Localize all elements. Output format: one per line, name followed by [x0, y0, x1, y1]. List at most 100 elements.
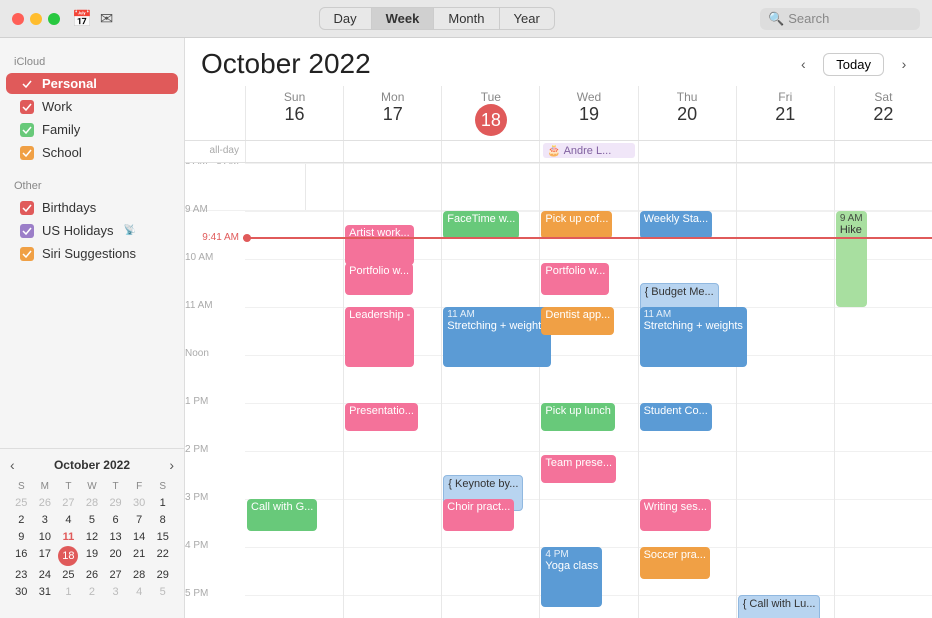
- mini-day-23[interactable]: 23: [10, 567, 33, 583]
- nav-day-btn[interactable]: Day: [319, 7, 372, 30]
- mini-day-13[interactable]: 13: [104, 529, 127, 545]
- event-stretching-tue[interactable]: 11 AM Stretching + weights: [443, 307, 550, 367]
- event-call-with-g[interactable]: Call with G...: [247, 499, 317, 531]
- allday-mon[interactable]: [343, 141, 441, 162]
- lbl-4pm: 4 PM: [185, 540, 214, 551]
- allday-tue[interactable]: [441, 141, 539, 162]
- nav-year-btn[interactable]: Year: [500, 7, 555, 30]
- event-yoga[interactable]: 4 PM Yoga class: [541, 547, 602, 607]
- mini-day-20[interactable]: 20: [104, 546, 127, 566]
- maximize-button[interactable]: [48, 13, 60, 25]
- search-bar[interactable]: 🔍 Search: [760, 8, 920, 30]
- mini-day-29b[interactable]: 29: [151, 567, 174, 583]
- event-student-council[interactable]: Student Co...: [640, 403, 712, 431]
- mini-day-21[interactable]: 21: [128, 546, 151, 566]
- cal-today-btn[interactable]: Today: [823, 53, 884, 76]
- mini-day-1[interactable]: 1: [151, 495, 174, 511]
- mini-day-19[interactable]: 19: [81, 546, 104, 566]
- mini-day-n1[interactable]: 1: [57, 584, 80, 600]
- mini-day-16[interactable]: 16: [10, 546, 33, 566]
- mini-day-11[interactable]: 11: [57, 529, 80, 545]
- mini-day-25b[interactable]: 25: [57, 567, 80, 583]
- sidebar-item-siri[interactable]: Siri Suggestions: [6, 243, 178, 264]
- day-header-tue[interactable]: Tue 18: [441, 86, 539, 140]
- allday-fri[interactable]: [736, 141, 834, 162]
- mini-cal-next[interactable]: ›: [169, 457, 174, 473]
- event-team-presentation[interactable]: Team prese...: [541, 455, 616, 483]
- mini-day-27[interactable]: 27: [57, 495, 80, 511]
- allday-event-andre[interactable]: 🎂 Andre L...: [543, 143, 634, 158]
- event-choir[interactable]: Choir pract...: [443, 499, 514, 531]
- allday-sun[interactable]: [245, 141, 343, 162]
- event-soccer[interactable]: Soccer pra...: [640, 547, 710, 579]
- event-portfolio-mon[interactable]: Portfolio w...: [345, 263, 413, 295]
- mini-day-26b[interactable]: 26: [81, 567, 104, 583]
- calendar-icon[interactable]: 📅: [72, 9, 92, 29]
- event-leadership[interactable]: Leadership -: [345, 307, 414, 367]
- mini-cal-prev[interactable]: ‹: [10, 457, 15, 473]
- mini-day-9[interactable]: 9: [10, 529, 33, 545]
- event-writing[interactable]: Writing ses...: [640, 499, 711, 531]
- event-artist-workshop[interactable]: Artist work...: [345, 225, 414, 265]
- mini-day-28b[interactable]: 28: [128, 567, 151, 583]
- allday-sat[interactable]: [834, 141, 932, 162]
- mini-day-3[interactable]: 3: [34, 512, 57, 528]
- day-header-thu[interactable]: Thu 20: [638, 86, 736, 140]
- mini-day-n2[interactable]: 2: [81, 584, 104, 600]
- event-presentation[interactable]: Presentatio...: [345, 403, 418, 431]
- event-pickup-lunch[interactable]: Pick up lunch: [541, 403, 614, 431]
- mini-day-30[interactable]: 30: [128, 495, 151, 511]
- mini-day-22[interactable]: 22: [151, 546, 174, 566]
- mini-day-25[interactable]: 25: [10, 495, 33, 511]
- mini-day-31[interactable]: 31: [34, 584, 57, 600]
- day-header-fri[interactable]: Fri 21: [736, 86, 834, 140]
- sidebar-item-family[interactable]: Family: [6, 119, 178, 140]
- mini-day-15[interactable]: 15: [151, 529, 174, 545]
- event-dentist[interactable]: Dentist app...: [541, 307, 614, 335]
- mini-day-30b[interactable]: 30: [10, 584, 33, 600]
- mini-day-5[interactable]: 5: [81, 512, 104, 528]
- mini-day-27b[interactable]: 27: [104, 567, 127, 583]
- mini-day-18-today[interactable]: 18: [58, 546, 78, 566]
- mini-day-29[interactable]: 29: [104, 495, 127, 511]
- mini-day-2[interactable]: 2: [10, 512, 33, 528]
- mini-day-28[interactable]: 28: [81, 495, 104, 511]
- mini-day-14[interactable]: 14: [128, 529, 151, 545]
- event-stretching-thu[interactable]: 11 AM Stretching + weights: [640, 307, 747, 367]
- day-header-wed[interactable]: Wed 19: [539, 86, 637, 140]
- allday-wed[interactable]: 🎂 Andre L...: [539, 141, 637, 162]
- day-header-sat[interactable]: Sat 22: [834, 86, 932, 140]
- mini-day-24[interactable]: 24: [34, 567, 57, 583]
- minimize-button[interactable]: [30, 13, 42, 25]
- allday-thu[interactable]: [638, 141, 736, 162]
- cal-next-btn[interactable]: ›: [892, 52, 916, 76]
- day-header-sun[interactable]: Sun 16: [245, 86, 343, 140]
- sidebar-item-personal[interactable]: Personal: [6, 73, 178, 94]
- sidebar-item-us-holidays[interactable]: US Holidays 📡: [6, 220, 178, 241]
- event-hike[interactable]: 9 AM Hike: [836, 211, 867, 307]
- mini-day-26[interactable]: 26: [34, 495, 57, 511]
- mini-day-n5[interactable]: 5: [151, 584, 174, 600]
- inbox-icon[interactable]: ✉: [100, 9, 113, 29]
- day-name-mon: Mon: [346, 90, 439, 104]
- sidebar-item-school[interactable]: School: [6, 142, 178, 163]
- cal-prev-btn[interactable]: ‹: [791, 52, 815, 76]
- day-header-mon[interactable]: Mon 17: [343, 86, 441, 140]
- mini-day-n4[interactable]: 4: [128, 584, 151, 600]
- personal-label: Personal: [42, 76, 97, 91]
- sidebar-item-birthdays[interactable]: Birthdays: [6, 197, 178, 218]
- mini-day-17[interactable]: 17: [34, 546, 57, 566]
- mini-day-7[interactable]: 7: [128, 512, 151, 528]
- event-portfolio-wed[interactable]: Portfolio w...: [541, 263, 609, 295]
- event-call-lu[interactable]: { Call with Lu...: [738, 595, 821, 618]
- mini-day-8[interactable]: 8: [151, 512, 174, 528]
- mini-day-n3[interactable]: 3: [104, 584, 127, 600]
- close-button[interactable]: [12, 13, 24, 25]
- mini-day-10[interactable]: 10: [34, 529, 57, 545]
- mini-day-12[interactable]: 12: [81, 529, 104, 545]
- sidebar-item-work[interactable]: Work: [6, 96, 178, 117]
- nav-month-btn[interactable]: Month: [434, 7, 499, 30]
- mini-day-6[interactable]: 6: [104, 512, 127, 528]
- mini-day-4[interactable]: 4: [57, 512, 80, 528]
- nav-week-btn[interactable]: Week: [372, 7, 435, 30]
